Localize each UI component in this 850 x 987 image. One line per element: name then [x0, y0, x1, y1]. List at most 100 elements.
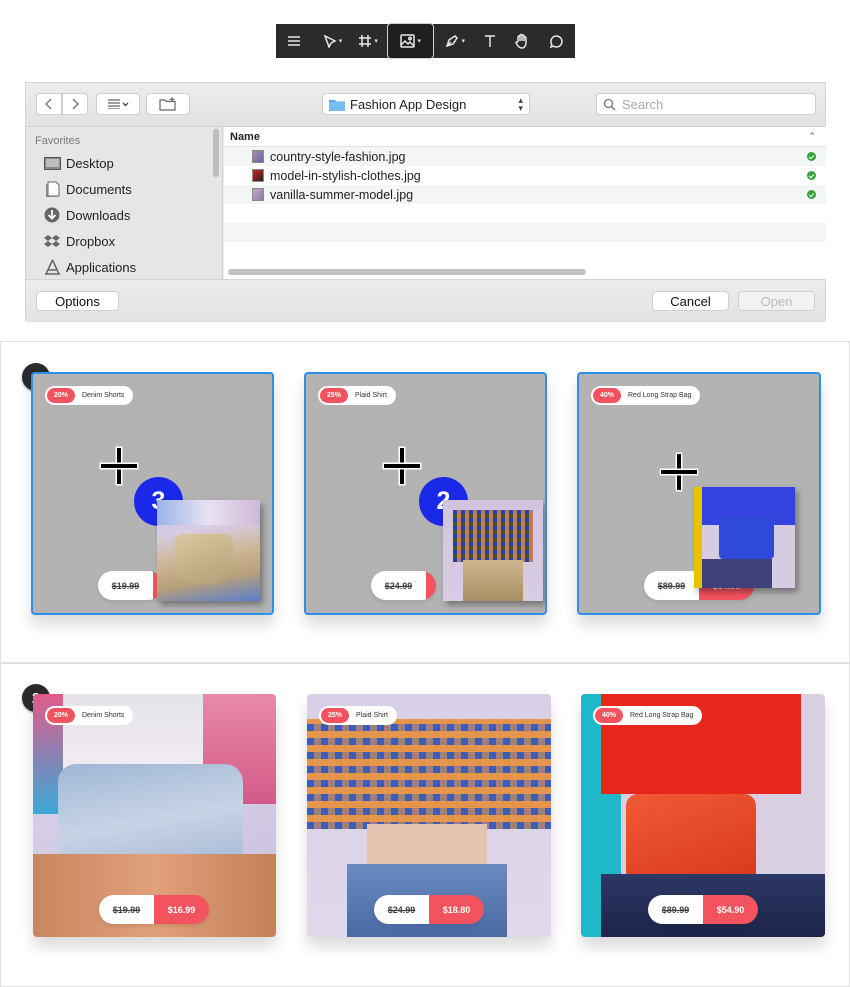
open-button[interactable]: Open: [738, 291, 815, 311]
desktop-icon: [43, 155, 61, 171]
cancel-button[interactable]: Cancel: [652, 291, 729, 311]
product-tag: 25% Plaid Shirt: [319, 706, 397, 725]
search-field[interactable]: Search: [596, 93, 816, 115]
applications-icon: [43, 259, 61, 275]
chevron-down-icon: ▾: [417, 38, 421, 45]
forward-button[interactable]: [62, 93, 88, 115]
step-1-panel: 1 20%Denim Shorts 3 $19.99 25%Plaid Shir…: [0, 341, 850, 663]
checkmark-icon: [807, 152, 816, 161]
new-folder-button[interactable]: [146, 93, 190, 115]
file-name: model-in-stylish-clothes.jpg: [270, 168, 421, 183]
updown-chevron-icon: ▴ ▾: [518, 95, 523, 113]
discount-label: 25%: [321, 708, 349, 723]
checkmark-icon: [807, 190, 816, 199]
name-column-header[interactable]: Name ⌃: [224, 127, 826, 147]
sidebar-item-applications[interactable]: Applications: [43, 256, 136, 278]
text-tool-button[interactable]: [476, 27, 504, 55]
bag-photo-preview: [694, 487, 795, 588]
price-pill: $89.99$54.90: [648, 895, 758, 924]
pen-icon: [446, 35, 459, 48]
price-pill: $24.99 $18.80: [374, 895, 484, 924]
file-list: Name ⌃ country-style-fashion.jpg model-i…: [224, 127, 826, 279]
product-card-placeholder[interactable]: 25%Plaid Shirt 2 $24.99: [304, 372, 547, 615]
menu-icon[interactable]: [282, 27, 306, 55]
dialog-toolbar: Fashion App Design ▴ ▾ Search: [26, 83, 825, 127]
select-tool-button[interactable]: ▾: [316, 27, 350, 55]
new-folder-icon: [159, 97, 176, 111]
product-name: Plaid Shirt: [356, 712, 388, 719]
horizontal-scrollbar[interactable]: [228, 269, 586, 275]
dialog-footer: Options Cancel Open: [26, 279, 825, 322]
new-price: [426, 571, 436, 600]
sidebar-item-dropbox[interactable]: Dropbox: [43, 230, 115, 252]
hand-tool-button[interactable]: [508, 27, 538, 55]
location-dropdown[interactable]: Fashion App Design ▴ ▾: [322, 93, 530, 115]
product-name: Red Long Strap Bag: [628, 392, 692, 399]
folder-icon: [329, 99, 345, 111]
shorts-photo-preview: [157, 500, 260, 601]
pen-tool-button[interactable]: ▾: [438, 27, 472, 55]
step-2-panel: 2 20%Denim Shorts $19.99$16.99 25%Plaid …: [0, 663, 850, 987]
options-button[interactable]: Options: [36, 291, 119, 311]
chevron-right-icon: [72, 98, 79, 110]
product-card[interactable]: 40% Red Long Strap Bag $89.99 $54.90: [581, 694, 825, 937]
chevron-down-icon: ▾: [338, 38, 343, 45]
chevron-left-icon: [45, 98, 52, 110]
file-row[interactable]: vanilla-summer-model.jpg: [224, 185, 826, 204]
plaid-shirt-photo-preview: [443, 500, 543, 601]
price-pill: $19.99: [98, 571, 163, 600]
empty-row: [224, 223, 826, 242]
discount-label: 20%: [47, 708, 75, 723]
product-card-placeholder[interactable]: 40%Red Long Strap Bag $89.99$54.90: [577, 372, 821, 615]
chevron-down-icon: ▾: [374, 38, 378, 45]
sidebar-item-label: Desktop: [66, 155, 114, 171]
chevron-down-icon: ▾: [461, 38, 465, 45]
location-label: Fashion App Design: [350, 96, 467, 112]
sidebar-item-downloads[interactable]: Downloads: [43, 204, 130, 226]
back-button[interactable]: [36, 93, 62, 115]
image-icon: [400, 34, 416, 48]
file-row[interactable]: country-style-fashion.jpg: [224, 147, 826, 166]
sidebar-item-documents[interactable]: Documents: [43, 178, 132, 200]
text-icon: [484, 35, 495, 47]
sidebar-item-label: Applications: [66, 259, 137, 275]
sidebar: Favorites Desktop Documents Downloads Dr…: [26, 127, 223, 279]
product-card[interactable]: 25% Plaid Shirt $24.99 $18.80: [307, 694, 551, 937]
frame-tool-button[interactable]: ▾: [353, 27, 383, 55]
product-tag: 20% Denim Shorts: [45, 386, 134, 405]
checkmark-icon: [807, 171, 816, 180]
discount-label: 25%: [320, 388, 348, 403]
crosshair-cursor-icon: [384, 448, 420, 484]
old-price: $19.99: [98, 571, 153, 600]
file-row[interactable]: model-in-stylish-clothes.jpg: [224, 166, 826, 185]
frame-icon: [359, 35, 372, 47]
sidebar-scrollbar[interactable]: [213, 129, 219, 177]
product-name: Plaid Shirt: [355, 392, 387, 399]
comment-tool-button[interactable]: [541, 27, 571, 55]
old-price: $89.99: [648, 895, 703, 924]
product-name: Denim Shorts: [82, 712, 125, 719]
product-tag: 25% Plaid Shirt: [318, 386, 396, 405]
product-card[interactable]: 20% Denim Shorts $19.99 $16.99: [33, 694, 276, 937]
search-placeholder: Search: [622, 96, 664, 112]
sort-ascending-icon[interactable]: ⌃: [808, 131, 816, 142]
new-price: $54.90: [703, 895, 758, 924]
open-file-dialog: Fashion App Design ▴ ▾ Search Favorites D…: [25, 82, 826, 322]
image-tool-button[interactable]: ▾: [386, 23, 435, 59]
product-card-placeholder[interactable]: 20%Denim Shorts 3 $19.99: [31, 372, 274, 615]
file-name: country-style-fashion.jpg: [270, 149, 406, 164]
view-mode-button[interactable]: [96, 93, 140, 115]
price-pill: $24.99: [371, 571, 436, 600]
old-price: $19.99: [99, 895, 154, 924]
file-thumbnail-icon: [252, 188, 264, 201]
discount-label: 20%: [47, 388, 75, 403]
sidebar-item-label: Dropbox: [66, 233, 116, 249]
crosshair-cursor-icon: [101, 448, 137, 484]
price-pill: $19.99 $16.99: [99, 895, 209, 924]
comment-icon: [549, 34, 563, 48]
product-tag: 40% Red Long Strap Bag: [593, 706, 703, 725]
list-view-icon: [108, 99, 129, 109]
new-price: $18.80: [429, 895, 484, 924]
sidebar-item-desktop[interactable]: Desktop: [43, 152, 114, 174]
hand-icon: [515, 33, 528, 49]
